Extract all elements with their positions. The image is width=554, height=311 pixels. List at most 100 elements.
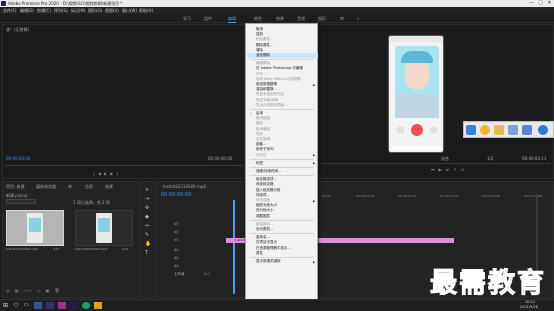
project-item-thumbnail[interactable] xyxy=(75,210,133,246)
workspace-tab-effects[interactable]: 效果 xyxy=(276,16,284,22)
icon-view-icon[interactable]: ▦ xyxy=(15,288,19,294)
trash-icon[interactable]: 🗑 xyxy=(54,288,59,294)
program-resolution-select[interactable]: 1/2 xyxy=(487,156,493,161)
type-tool-icon[interactable]: T xyxy=(145,250,148,256)
project-item-count: 1 项已选择，共 2 项 xyxy=(73,200,110,205)
track-v3-label[interactable]: V3 xyxy=(174,222,179,226)
menu-separator xyxy=(250,219,314,221)
workspace-tab-color[interactable]: 颜色 xyxy=(254,16,262,22)
timeline-ruler[interactable]: 00:00 00:00:01:00 00:00:02:00 00:00:03:0… xyxy=(318,194,554,200)
context-menu-item[interactable]: 速度/持续时间... xyxy=(256,169,282,174)
taskbar-app-icon[interactable] xyxy=(58,302,66,309)
project-search-input[interactable] xyxy=(6,199,36,204)
mark-in-icon[interactable]: ⟦ xyxy=(93,171,95,176)
hand-tool-icon[interactable]: ✋ xyxy=(145,241,151,247)
workspace-tab-graphics[interactable]: 图形 xyxy=(318,16,326,22)
search-icon[interactable]: ○ xyxy=(14,302,18,308)
help-tool-icon[interactable] xyxy=(538,125,548,135)
selection-tool-icon[interactable] xyxy=(466,125,476,135)
mark-out-icon[interactable]: ⟧ xyxy=(116,171,118,176)
info-tab[interactable]: 信息 xyxy=(85,184,93,190)
taskbar-app-icon[interactable] xyxy=(34,302,42,309)
context-menu-item[interactable]: 标签 xyxy=(256,161,263,166)
grid-tool-icon[interactable] xyxy=(522,125,532,135)
razor-tool-icon[interactable]: ◆ xyxy=(145,214,149,220)
camera-tool-icon[interactable] xyxy=(508,125,518,135)
taskbar-premiere-icon[interactable] xyxy=(70,302,78,309)
clothing-shape xyxy=(395,94,439,118)
menu-separator xyxy=(250,167,314,168)
source-panel-title: 源：(无剪辑) xyxy=(6,27,30,32)
context-menu-item[interactable]: 显示剪辑关键帧 xyxy=(256,259,281,264)
workspace-tab-learn[interactable]: 学习 xyxy=(183,16,191,22)
project-item-thumbnail-selected[interactable] xyxy=(6,210,64,246)
chat-tool-icon[interactable] xyxy=(480,125,490,135)
program-step-back-icon[interactable]: ⏮ xyxy=(431,167,435,172)
taskbar-app-icon[interactable] xyxy=(46,302,54,309)
program-lift-icon[interactable]: ⇪ xyxy=(453,167,456,172)
playhead[interactable] xyxy=(233,200,235,294)
ripple-edit-tool-icon[interactable]: ✣ xyxy=(145,205,149,211)
workspace-tab-assembly[interactable]: 组件 xyxy=(204,16,212,22)
video-content-image xyxy=(395,46,439,118)
start-icon[interactable]: ⊞ xyxy=(3,302,8,309)
program-play-icon[interactable]: ▶ xyxy=(439,167,442,172)
effects-tab[interactable]: 效果 xyxy=(105,184,113,190)
workspace-more-button[interactable]: » xyxy=(357,16,359,21)
track-a1-label[interactable]: A1 xyxy=(174,248,179,252)
media-browser-tab[interactable]: 媒体浏览器 xyxy=(36,184,56,190)
context-menu-item[interactable]: 设为脱机... xyxy=(256,227,273,232)
play-icon[interactable]: ▶ xyxy=(104,171,107,176)
new-item-icon[interactable]: ▣ xyxy=(46,288,50,294)
program-scrubber[interactable] xyxy=(321,163,551,164)
new-bin-icon[interactable]: ▭ xyxy=(37,288,41,294)
taskbar-app-icon[interactable] xyxy=(82,302,90,309)
task-view-icon[interactable]: ▭ xyxy=(24,302,29,308)
taskbar-app-icon[interactable] xyxy=(94,302,102,309)
timeline-timecode[interactable]: 00:00:00:00 xyxy=(161,192,192,198)
step-back-icon[interactable]: ◀ xyxy=(98,171,101,176)
folder-tool-icon[interactable] xyxy=(494,125,504,135)
list-view-icon[interactable]: ▤ xyxy=(6,288,10,294)
master-volume-value[interactable]: 0.0 xyxy=(204,272,210,276)
phone-mode-bar xyxy=(393,146,441,150)
tools-panel: ➤ ⇥ ✣ ◆ ↔ ✎ ✋ T xyxy=(140,181,156,298)
workspace-tab-libraries[interactable]: 库 xyxy=(340,16,344,22)
track-select-tool-icon[interactable]: ⇥ xyxy=(145,196,149,202)
workspace-tab-editing[interactable]: 编辑 xyxy=(228,16,236,23)
program-export-frame-icon[interactable]: ⊙ xyxy=(461,167,464,172)
title-bar: Adobe Premiere Pro 2020 - D:\视频\SCI\视频剪辑… xyxy=(0,0,554,7)
program-fit-select[interactable]: 适合 xyxy=(441,156,449,162)
sequence-tab[interactable]: Inshot20210926.mp4 xyxy=(163,184,206,189)
step-forward-icon[interactable]: ▶ xyxy=(110,171,113,176)
libraries-tab[interactable]: 库 xyxy=(68,184,72,190)
context-menu-item[interactable]: 属性 xyxy=(256,251,263,256)
ruler-tick-label: 00:00:02:00 xyxy=(398,194,417,198)
gallery-icon xyxy=(397,127,404,133)
track-a3-label[interactable]: A3 xyxy=(174,264,179,268)
maximize-button[interactable]: ▢ xyxy=(536,0,545,7)
program-step-forward-icon[interactable]: ⏭ xyxy=(446,167,450,172)
project-item-name: Inshot20210926.mp4 xyxy=(75,247,108,251)
program-video-frame xyxy=(388,35,444,153)
slip-tool-icon[interactable]: ↔ xyxy=(145,223,149,229)
context-menu-item[interactable]: 调整图层 xyxy=(256,214,270,219)
source-transport-controls: ⟦ ◀ ▶ ▶ ⟧ xyxy=(93,171,153,176)
track-v2-label[interactable]: V2 xyxy=(174,230,179,234)
selection-tool-icon[interactable]: ➤ xyxy=(145,187,149,193)
minimize-button[interactable]: — xyxy=(527,0,536,7)
zoom-slider-icon[interactable]: ─○─ xyxy=(24,288,32,294)
track-a2-label[interactable]: A2 xyxy=(174,256,179,260)
project-item-name: Inshot20210926.mp4 xyxy=(6,247,39,251)
source-timecode-left[interactable]: 00;00;00;00 xyxy=(6,156,30,161)
source-scrubber[interactable] xyxy=(5,165,243,166)
track-headers: V3 V2 V1 A1 A2 A3 主声道 0.0 xyxy=(168,222,218,282)
track-v1-label[interactable]: V1 xyxy=(174,238,179,242)
project-tab[interactable]: 项目: 新建 xyxy=(6,184,25,190)
submenu-arrow-icon: ▶ xyxy=(313,161,316,166)
close-button[interactable]: ✕ xyxy=(545,0,554,7)
context-menu-item[interactable]: 波纹删除 xyxy=(256,53,270,58)
thumbnail-phone-shape xyxy=(96,213,112,243)
workspace-tab-audio[interactable]: 音频 xyxy=(297,16,305,22)
pen-tool-icon[interactable]: ✎ xyxy=(145,232,149,238)
